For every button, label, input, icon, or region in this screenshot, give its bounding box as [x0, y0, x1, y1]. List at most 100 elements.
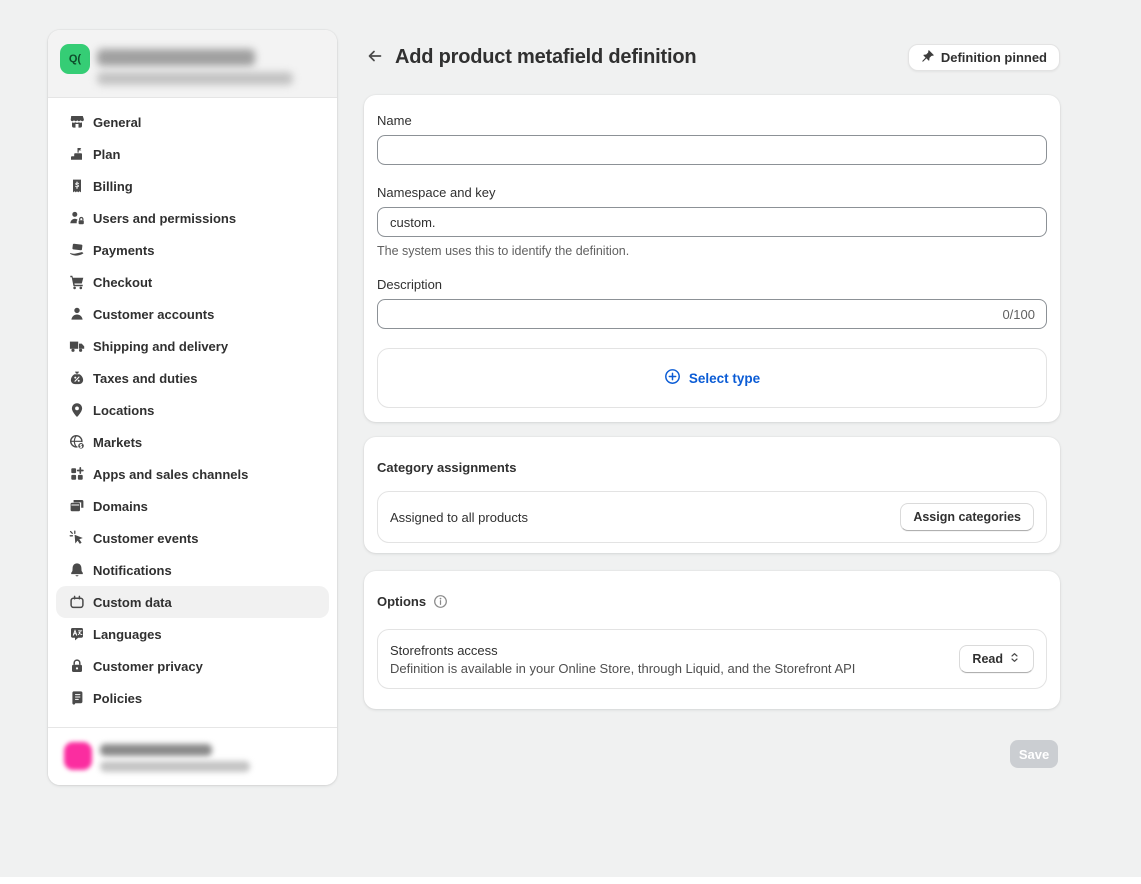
definition-pinned-label: Definition pinned	[941, 50, 1047, 65]
languages-icon	[68, 626, 85, 643]
description-input[interactable]	[377, 299, 1047, 329]
storefronts-access-description: Definition is available in your Online S…	[390, 661, 855, 676]
privacy-lock-icon	[68, 658, 85, 675]
bottom-strip	[0, 877, 1141, 884]
storefronts-access-value: Read	[972, 652, 1003, 666]
save-button[interactable]: Save	[1010, 740, 1058, 768]
customer-events-icon	[68, 530, 85, 547]
name-label: Name	[377, 113, 1047, 129]
storefronts-access-title: Storefronts access	[390, 643, 855, 658]
sidebar-item-notifications[interactable]: Notifications	[56, 554, 329, 586]
store-avatar: Q(	[60, 44, 90, 74]
assign-categories-label: Assign categories	[913, 510, 1021, 524]
sidebar-item-label: Notifications	[93, 563, 172, 578]
sidebar-item-markets[interactable]: Markets	[56, 426, 329, 458]
domains-icon	[68, 498, 85, 515]
sidebar-item-customer-accounts[interactable]: Customer accounts	[56, 298, 329, 330]
sidebar-item-label: Apps and sales channels	[93, 467, 248, 482]
sidebar-item-label: Customer events	[93, 531, 198, 546]
notifications-bell-icon	[68, 562, 85, 579]
sidebar-item-label: Users and permissions	[93, 211, 236, 226]
sidebar-item-label: Taxes and duties	[93, 371, 198, 386]
store-name-redacted	[97, 49, 255, 66]
category-status-text: Assigned to all products	[390, 510, 528, 525]
namespace-key-input[interactable]	[377, 207, 1047, 237]
shipping-truck-icon	[68, 338, 85, 355]
sidebar-item-languages[interactable]: Languages	[56, 618, 329, 650]
sidebar-item-label: Markets	[93, 435, 142, 450]
checkout-cart-icon	[68, 274, 85, 291]
user-footer[interactable]	[48, 727, 337, 785]
page-header: Add product metafield definition Definit…	[364, 43, 1060, 71]
sidebar-item-taxes-and-duties[interactable]: Taxes and duties	[56, 362, 329, 394]
options-heading: Options	[377, 593, 1047, 609]
sidebar-item-custom-data[interactable]: Custom data	[56, 586, 329, 618]
sidebar-item-plan[interactable]: Plan	[56, 138, 329, 170]
definition-pinned-button[interactable]: Definition pinned	[908, 44, 1060, 71]
sidebar-item-customer-privacy[interactable]: Customer privacy	[56, 650, 329, 682]
sidebar-item-label: Checkout	[93, 275, 152, 290]
description-char-counter: 0/100	[1002, 299, 1035, 329]
policies-icon	[68, 690, 85, 707]
back-button[interactable]	[364, 46, 386, 68]
circle-plus-icon	[664, 368, 681, 388]
back-arrow-icon	[367, 48, 383, 67]
description-label: Description	[377, 277, 1047, 293]
sidebar-item-label: Shipping and delivery	[93, 339, 228, 354]
customer-accounts-icon	[68, 306, 85, 323]
sidebar-item-shipping-and-delivery[interactable]: Shipping and delivery	[56, 330, 329, 362]
options-card: Options Storefronts access Definition is…	[364, 571, 1060, 709]
taxes-icon	[68, 370, 85, 387]
payments-icon	[68, 242, 85, 259]
storefronts-access-row: Storefronts access Definition is availab…	[377, 629, 1047, 689]
store-header: Q(	[48, 30, 337, 98]
sidebar-item-billing[interactable]: Billing	[56, 170, 329, 202]
category-assignment-row: Assigned to all products Assign categori…	[377, 491, 1047, 543]
category-assignments-heading: Category assignments	[377, 459, 1047, 475]
users-permissions-icon	[68, 210, 85, 227]
user-avatar	[64, 742, 92, 770]
apps-icon	[68, 466, 85, 483]
sidebar-item-locations[interactable]: Locations	[56, 394, 329, 426]
sidebar-item-apps-and-sales-channels[interactable]: Apps and sales channels	[56, 458, 329, 490]
custom-data-icon	[68, 594, 85, 611]
store-domain-redacted	[97, 72, 293, 85]
sidebar-item-label: Policies	[93, 691, 142, 706]
plan-icon	[68, 146, 85, 163]
storefronts-access-text: Storefronts access Definition is availab…	[390, 643, 855, 676]
page-title: Add product metafield definition	[395, 46, 696, 69]
settings-nav: General Plan Billing Users and permissions P…	[48, 98, 337, 722]
sidebar-item-label: Locations	[93, 403, 154, 418]
category-assignments-card: Category assignments Assigned to all pro…	[364, 437, 1060, 553]
sidebar-item-payments[interactable]: Payments	[56, 234, 329, 266]
name-input[interactable]	[377, 135, 1047, 165]
sidebar-item-general[interactable]: General	[56, 106, 329, 138]
description-field: 0/100	[377, 299, 1047, 329]
main-content: Add product metafield definition Definit…	[364, 0, 1060, 884]
sidebar-item-label: Custom data	[93, 595, 172, 610]
sidebar-item-label: General	[93, 115, 141, 130]
sidebar-item-checkout[interactable]: Checkout	[56, 266, 329, 298]
select-type-button[interactable]: Select type	[664, 368, 760, 388]
sidebar-item-label: Domains	[93, 499, 148, 514]
locations-pin-icon	[68, 402, 85, 419]
sidebar-item-domains[interactable]: Domains	[56, 490, 329, 522]
storefronts-access-select[interactable]: Read	[959, 645, 1034, 673]
select-type-label: Select type	[689, 371, 760, 386]
namespace-help-text: The system uses this to identify the def…	[377, 244, 1047, 258]
pin-icon	[921, 49, 935, 66]
sidebar-item-customer-events[interactable]: Customer events	[56, 522, 329, 554]
user-email-redacted	[100, 761, 250, 772]
sidebar-item-users-and-permissions[interactable]: Users and permissions	[56, 202, 329, 234]
info-icon[interactable]	[433, 594, 448, 609]
sidebar-item-label: Billing	[93, 179, 133, 194]
sidebar-item-policies[interactable]: Policies	[56, 682, 329, 714]
definition-form-card: Name Namespace and key The system uses t…	[364, 95, 1060, 422]
chevron-updown-icon	[1008, 651, 1021, 667]
sidebar-item-label: Customer accounts	[93, 307, 214, 322]
user-name-redacted	[100, 744, 212, 756]
sidebar-item-label: Plan	[93, 147, 120, 162]
options-title: Options	[377, 594, 426, 609]
namespace-key-label: Namespace and key	[377, 185, 1047, 201]
assign-categories-button[interactable]: Assign categories	[900, 503, 1034, 531]
